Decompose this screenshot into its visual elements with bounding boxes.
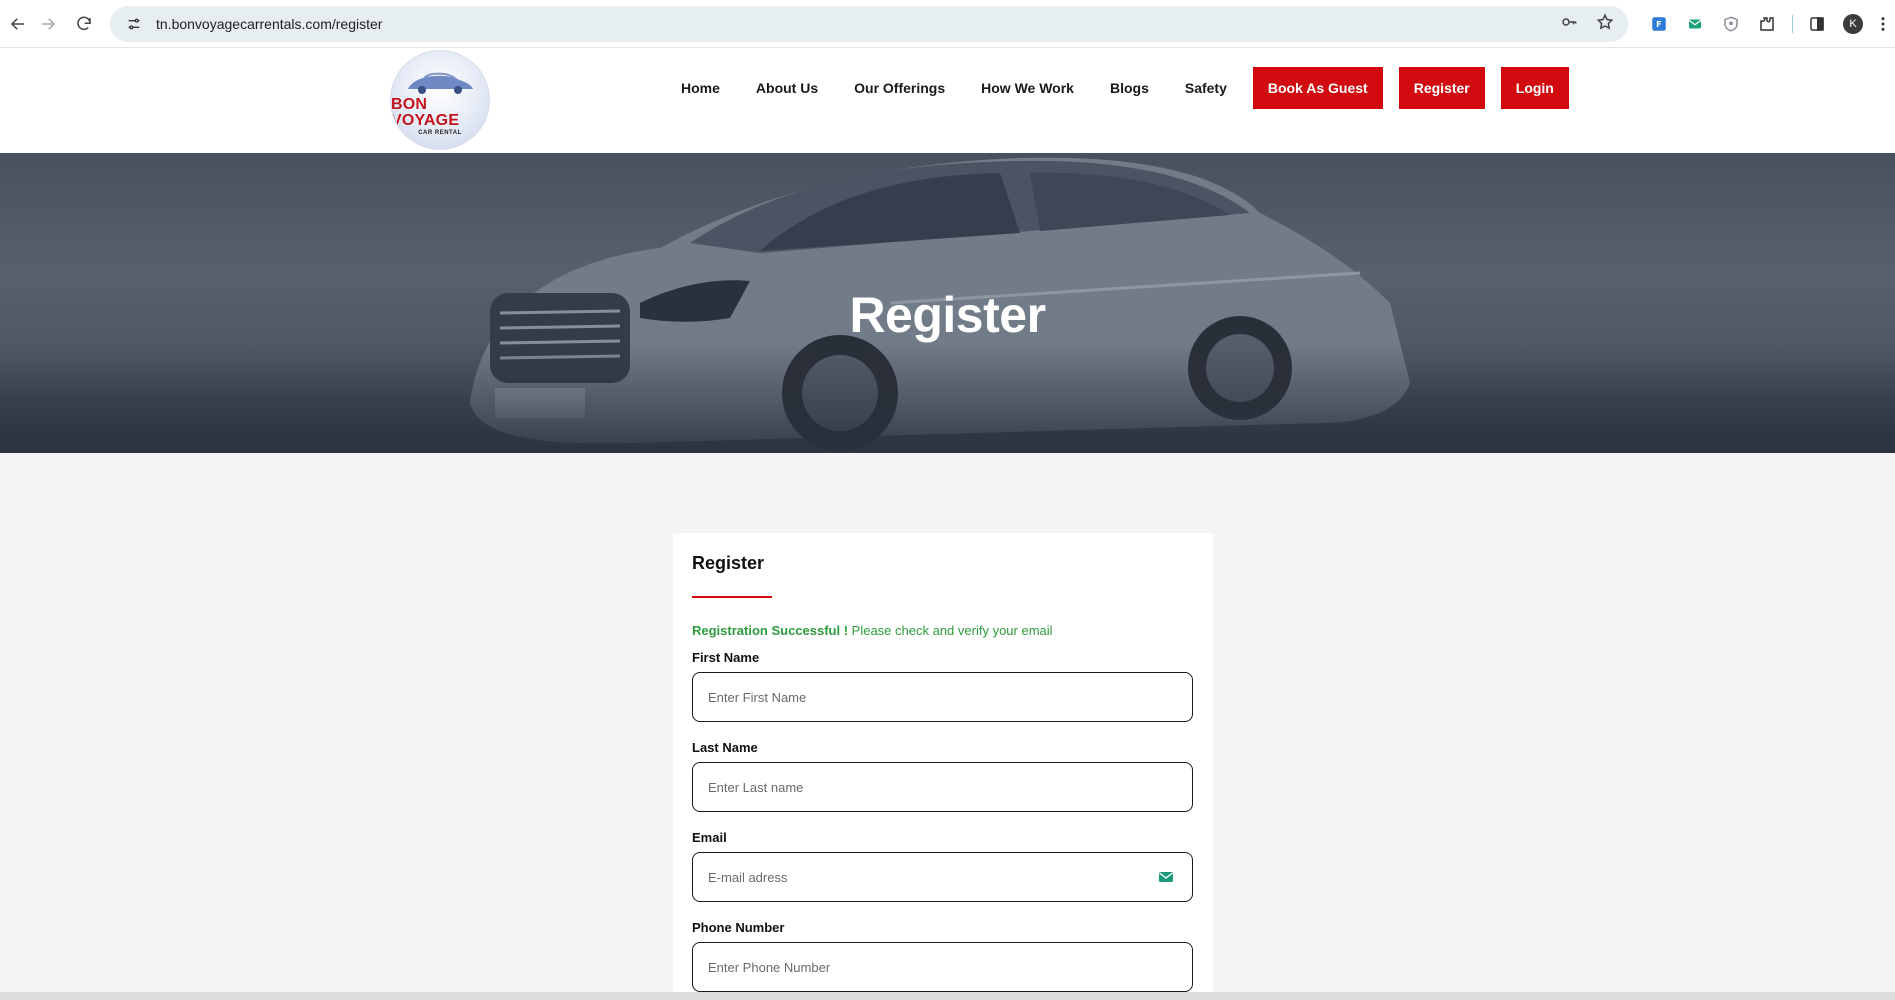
last-name-label: Last Name	[692, 740, 758, 755]
url-text: tn.bonvoyagecarrentals.com/register	[156, 16, 383, 32]
svg-text:F: F	[1656, 19, 1662, 29]
email-field[interactable]	[692, 852, 1193, 902]
nav-how-we-work[interactable]: How We Work	[981, 80, 1074, 96]
address-bar[interactable]: tn.bonvoyagecarrentals.com/register	[110, 6, 1628, 42]
logo-tagline: CAR RENTAL	[418, 130, 462, 136]
phone-group: Phone Number	[692, 920, 1194, 992]
nav-our-offerings[interactable]: Our Offerings	[854, 80, 945, 96]
nav-safety[interactable]: Safety	[1185, 80, 1227, 96]
book-as-guest-button[interactable]: Book As Guest	[1252, 67, 1383, 109]
reload-icon[interactable]	[66, 6, 102, 42]
nav-blogs[interactable]: Blogs	[1110, 80, 1149, 96]
first-name-input[interactable]	[708, 689, 1177, 705]
profile-avatar[interactable]: K	[1835, 6, 1871, 42]
first-name-group: First Name	[692, 650, 1194, 722]
first-name-field[interactable]	[692, 672, 1193, 722]
email-group: Email	[692, 830, 1194, 902]
register-button[interactable]: Register	[1398, 67, 1485, 109]
last-name-input[interactable]	[708, 779, 1177, 795]
phone-field[interactable]	[692, 942, 1193, 992]
nav-home[interactable]: Home	[681, 80, 720, 96]
phone-input[interactable]	[708, 959, 1177, 975]
extension-mail-icon[interactable]	[1677, 6, 1713, 42]
logo-brand-text: BON VOYAGE	[391, 96, 460, 129]
site-settings-icon[interactable]	[124, 14, 144, 34]
register-card: Register Registration Successful ! Pleas…	[673, 533, 1213, 1000]
extension-shield-icon[interactable]	[1713, 6, 1749, 42]
email-label: Email	[692, 830, 727, 845]
extension-translate-icon[interactable]: F	[1641, 6, 1677, 42]
last-name-field[interactable]	[692, 762, 1193, 812]
phone-label: Phone Number	[692, 920, 785, 935]
browser-toolbar: tn.bonvoyagecarrentals.com/register F K	[0, 0, 1895, 48]
nav-about-us[interactable]: About Us	[756, 80, 818, 96]
site-header: BON VOYAGE CAR RENTAL Home About Us Our …	[0, 48, 1895, 153]
main-nav: Home About Us Our Offerings How We Work …	[681, 67, 1569, 109]
logo-car-icon	[408, 72, 473, 94]
email-input[interactable]	[708, 869, 1177, 885]
first-name-label: First Name	[692, 650, 760, 665]
toolbar-divider	[1785, 6, 1799, 42]
horizontal-scrollbar[interactable]	[0, 992, 1895, 1000]
success-strong: Registration Successful !	[692, 623, 849, 638]
hero-banner: Register	[0, 153, 1895, 453]
hero-title: Register	[849, 287, 1046, 343]
success-message: Registration Successful ! Please check a…	[692, 623, 1194, 638]
password-key-icon[interactable]	[1560, 13, 1578, 36]
success-detail: Please check and verify your email	[848, 623, 1053, 638]
mail-icon	[1158, 869, 1174, 885]
extensions-puzzle-icon[interactable]	[1749, 6, 1785, 42]
side-panel-icon[interactable]	[1799, 6, 1835, 42]
form-title: Register	[692, 553, 765, 573]
last-name-group: Last Name	[692, 740, 1194, 812]
browser-menu-icon[interactable]	[1871, 6, 1895, 42]
bookmark-star-icon[interactable]	[1596, 13, 1614, 36]
site-logo[interactable]: BON VOYAGE CAR RENTAL	[390, 50, 490, 150]
forward-icon[interactable]	[30, 6, 66, 42]
login-button[interactable]: Login	[1500, 67, 1569, 109]
title-underline	[692, 596, 772, 598]
